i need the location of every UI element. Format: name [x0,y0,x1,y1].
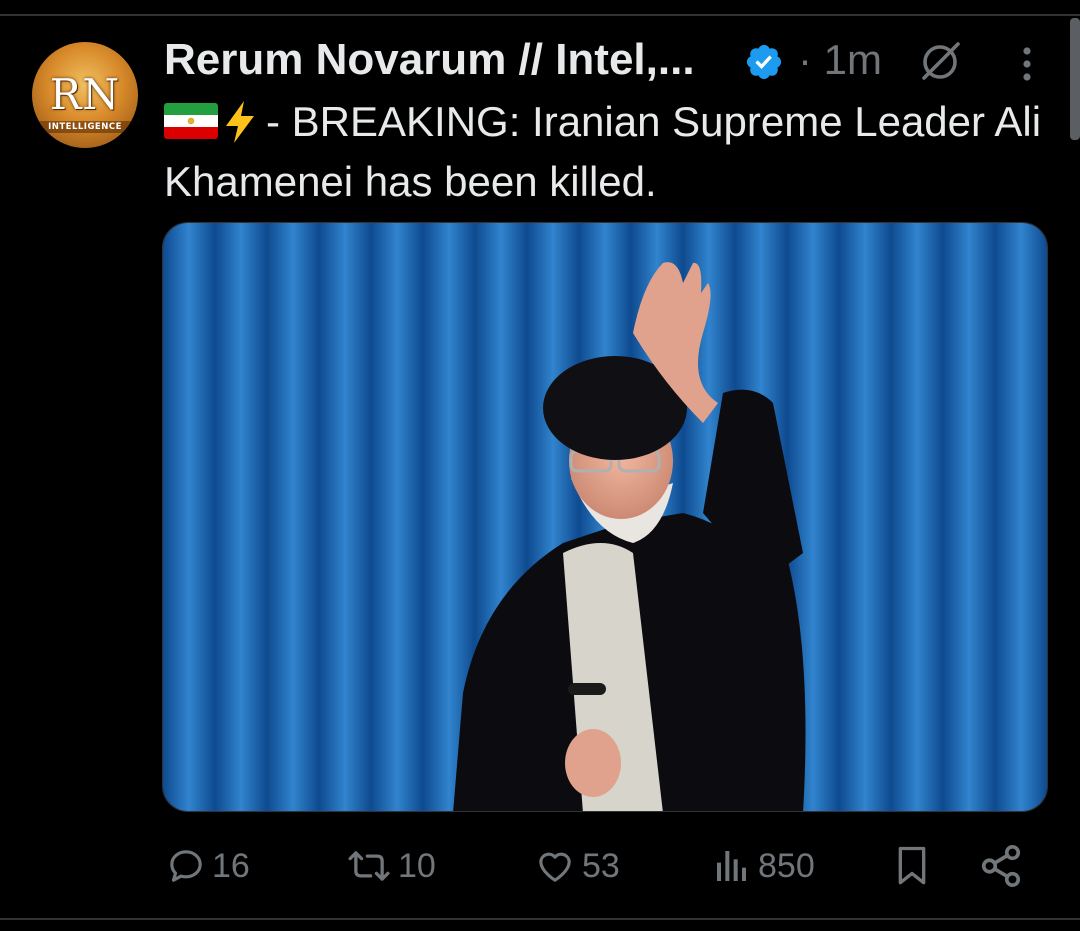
avatar-logo-subtext: INTELLIGENCE [32,121,138,133]
reply-count: 16 [212,846,250,885]
heart-icon [539,852,571,882]
avatar-logo-text: RN [49,70,121,119]
author-name[interactable]: Rerum Novarum // Intel,... [164,32,695,88]
share-button[interactable] [978,838,1024,894]
views-button[interactable]: 850 [712,838,815,894]
tweet-photo[interactable] [162,222,1048,812]
reply-button[interactable]: 16 [166,838,250,894]
views-count: 850 [758,846,815,885]
timestamp[interactable]: · 1m [798,32,882,88]
scrollbar[interactable] [1070,18,1080,140]
reply-icon [170,850,202,882]
like-button[interactable]: 53 [534,838,620,894]
repost-button[interactable]: 10 [346,838,436,894]
more-options-icon[interactable] [1010,42,1044,86]
bottom-divider [0,918,1080,920]
grok-icon[interactable] [916,38,964,86]
repost-icon [348,851,390,881]
repost-count: 10 [398,846,436,885]
iran-flag-icon [164,103,218,139]
tweet-text: - BREAKING: Iranian Supreme Leader Ali K… [164,92,1044,212]
share-icon [981,845,1021,887]
like-count: 53 [582,846,620,885]
avatar[interactable]: RN INTELLIGENCE [32,42,138,148]
photo-image [163,223,1047,811]
bookmark-icon [898,846,926,885]
verified-badge-icon [746,44,782,80]
top-divider [0,14,1080,16]
tweet-body: - BREAKING: Iranian Supreme Leader Ali K… [164,98,1042,205]
views-chart-icon [717,851,746,881]
bookmark-button[interactable] [892,838,932,894]
lightning-bolt-icon [226,101,254,143]
